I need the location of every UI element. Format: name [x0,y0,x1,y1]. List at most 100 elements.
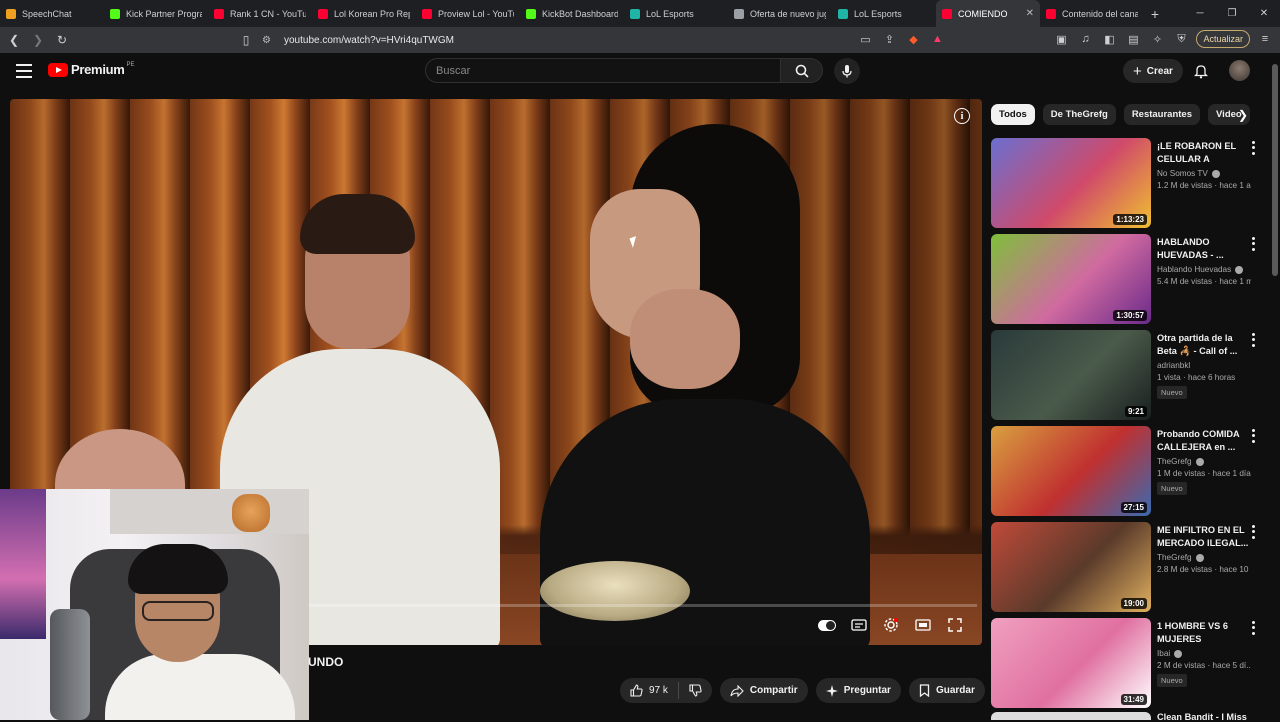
recommended-title[interactable]: Probando COMIDA CALLEJERA en ... [1157,428,1251,454]
fullscreen-button[interactable] [946,616,964,634]
settings-button[interactable] [882,616,900,634]
recommended-title[interactable]: ¡LE ROBARON EL CELULAR A JORGE... [1157,140,1251,166]
more-vertical-icon[interactable] [1248,236,1258,252]
search-button[interactable] [781,58,823,83]
recommended-title[interactable]: Otra partida de la Beta 🦂 - Call of ... [1157,332,1251,358]
browser-tab[interactable]: Rank 1 CN - YouTube [208,0,312,27]
avatar[interactable] [1229,60,1250,81]
reload-icon[interactable]: ↻ [52,30,72,50]
partial-video-title[interactable]: Clean Bandit - I Miss [1157,712,1247,722]
like-button[interactable]: 97 k [620,682,679,699]
browser-tab[interactable]: Kick Partner Program [104,0,208,27]
minimize-icon[interactable]: ─ [1184,0,1216,27]
channel-name[interactable]: Hablando Huevadas [1157,265,1231,274]
autoplay-toggle[interactable] [818,616,836,634]
back-icon[interactable]: ❮ [4,30,24,50]
autoplay-toggle-icon [818,619,836,631]
info-icon[interactable]: i [954,108,970,124]
recommended-video[interactable]: 27:15 Probando COMIDA CALLEJERA en ... The… [991,426,1266,522]
tab-favicon-icon [214,8,224,19]
channel-name[interactable]: TheGrefg [1157,553,1192,562]
video-thumbnail[interactable]: 19:00 [991,522,1151,612]
browser-tab[interactable]: COMIENDO ✕ [936,0,1040,27]
country-code: PE [126,61,135,68]
browser-tab[interactable]: SpeechChat [0,0,104,27]
filter-chip[interactable]: Todos [991,104,1035,125]
vpn-icon[interactable]: ⛨ [1172,30,1190,48]
search-box [425,58,823,83]
recommended-video[interactable]: 1:13:23 ¡LE ROBARON EL CELULAR A JORGE...… [991,138,1266,234]
save-button[interactable]: Guardar [908,678,985,703]
search-input[interactable] [425,58,781,83]
browser-tab[interactable]: Oferta de nuevo jug [728,0,832,27]
leo-icon[interactable]: ✧ [1148,30,1166,48]
browser-tab[interactable]: Lol Korean Pro Repl [312,0,416,27]
video-thumbnail[interactable]: 31:49 [991,618,1151,708]
dislike-button[interactable] [679,684,712,697]
channel-line: No Somos TV [1157,169,1251,178]
video-thumbnail[interactable]: 1:13:23 [991,138,1151,228]
channel-name[interactable]: TheGrefg [1157,457,1192,466]
guide-menu-icon[interactable] [16,64,32,78]
close-tab-icon[interactable]: ✕ [1026,8,1034,19]
create-button[interactable]: + Crear [1123,59,1183,83]
browser-tab[interactable]: KickBot Dashboard [520,0,624,27]
video-thumbnail[interactable]: 27:15 [991,426,1151,516]
more-vertical-icon[interactable] [1248,140,1258,156]
screenshot-icon[interactable]: ▣ [1052,30,1070,48]
browser-tab[interactable]: LoL Esports [624,0,728,27]
close-window-icon[interactable]: ✕ [1248,0,1280,27]
subtitles-button[interactable] [850,616,868,634]
restore-icon[interactable]: ❐ [1216,0,1248,27]
video-thumbnail[interactable]: 9:21 [991,330,1151,420]
ask-button[interactable]: Preguntar [815,678,901,703]
recommended-title[interactable]: 1 HOMBRE VS 6 MUJERES [1157,620,1251,646]
youtube-logo[interactable]: Premium PE [48,62,135,77]
notifications-button[interactable] [1191,61,1211,81]
more-vertical-icon[interactable] [1248,332,1258,348]
filter-chip[interactable]: De TheGrefg [1042,104,1116,125]
brave-rewards-icon[interactable]: ▲ [928,30,946,48]
recommended-title[interactable]: ME INFILTRO EN EL MERCADO ILEGAL... [1157,524,1251,550]
browser-tab[interactable]: Proview Lol - YouTub [416,0,520,27]
theater-mode-button[interactable] [914,616,932,634]
site-info-icon[interactable]: ⚙ [262,35,276,46]
page-scrollbar[interactable] [1272,56,1278,720]
scrollbar-thumb[interactable] [1272,64,1278,276]
channel-name[interactable]: Ibai [1157,649,1170,658]
subtitles-icon [851,619,867,631]
progress-bar[interactable] [305,604,977,607]
recommended-video[interactable]: 19:00 ME INFILTRO EN EL MERCADO ILEGAL...… [991,522,1266,618]
more-vertical-icon[interactable] [1248,428,1258,444]
filter-chip[interactable]: Restaurantes [1123,104,1201,125]
wallet-icon[interactable]: ▤ [1124,30,1142,48]
menu-icon[interactable]: ≡ [1256,30,1274,48]
browser-tab[interactable]: LoL Esports [832,0,936,27]
voice-search-button[interactable] [834,58,860,84]
recommended-video[interactable]: 31:49 1 HOMBRE VS 6 MUJERES Ibai 2 M de vis… [991,618,1266,714]
share-icon[interactable]: ⇪ [880,30,898,48]
recommended-video[interactable]: 9:21 Otra partida de la Beta 🦂 - Call of … [991,330,1266,426]
tab-title: LoL Esports [646,8,694,19]
new-tab-icon[interactable]: + [1144,6,1166,22]
sidebar-icon[interactable]: ◧ [1100,30,1118,48]
bookmark-icon[interactable]: ▯ [236,30,256,50]
update-button[interactable]: Actualizar [1196,30,1250,48]
channel-name[interactable]: adrianbkl [1157,361,1190,370]
music-icon[interactable]: ♫ [1076,30,1094,48]
browser-tab[interactable]: Contenido del canal [1040,0,1144,27]
brave-shield-icon[interactable]: ◆ [904,30,922,48]
video-stats: 2.8 M de vistas · hace 10 ... [1157,565,1251,574]
gear-icon [884,618,898,632]
forward-icon[interactable]: ❯ [28,30,48,50]
partial-thumbnail[interactable] [991,712,1151,720]
recommended-video[interactable]: 1:30:57 HABLANDO HUEVADAS - ... Hablando H… [991,234,1266,330]
video-thumbnail[interactable]: 1:30:57 [991,234,1151,324]
channel-name[interactable]: No Somos TV [1157,169,1208,178]
more-vertical-icon[interactable] [1248,524,1258,540]
share-button[interactable]: Compartir [719,678,808,703]
recommended-title[interactable]: HABLANDO HUEVADAS - ... [1157,236,1251,262]
more-vertical-icon[interactable] [1248,620,1258,636]
chevron-right-icon[interactable]: ❯ [1235,107,1251,123]
cast-icon[interactable]: ▭ [856,30,874,48]
